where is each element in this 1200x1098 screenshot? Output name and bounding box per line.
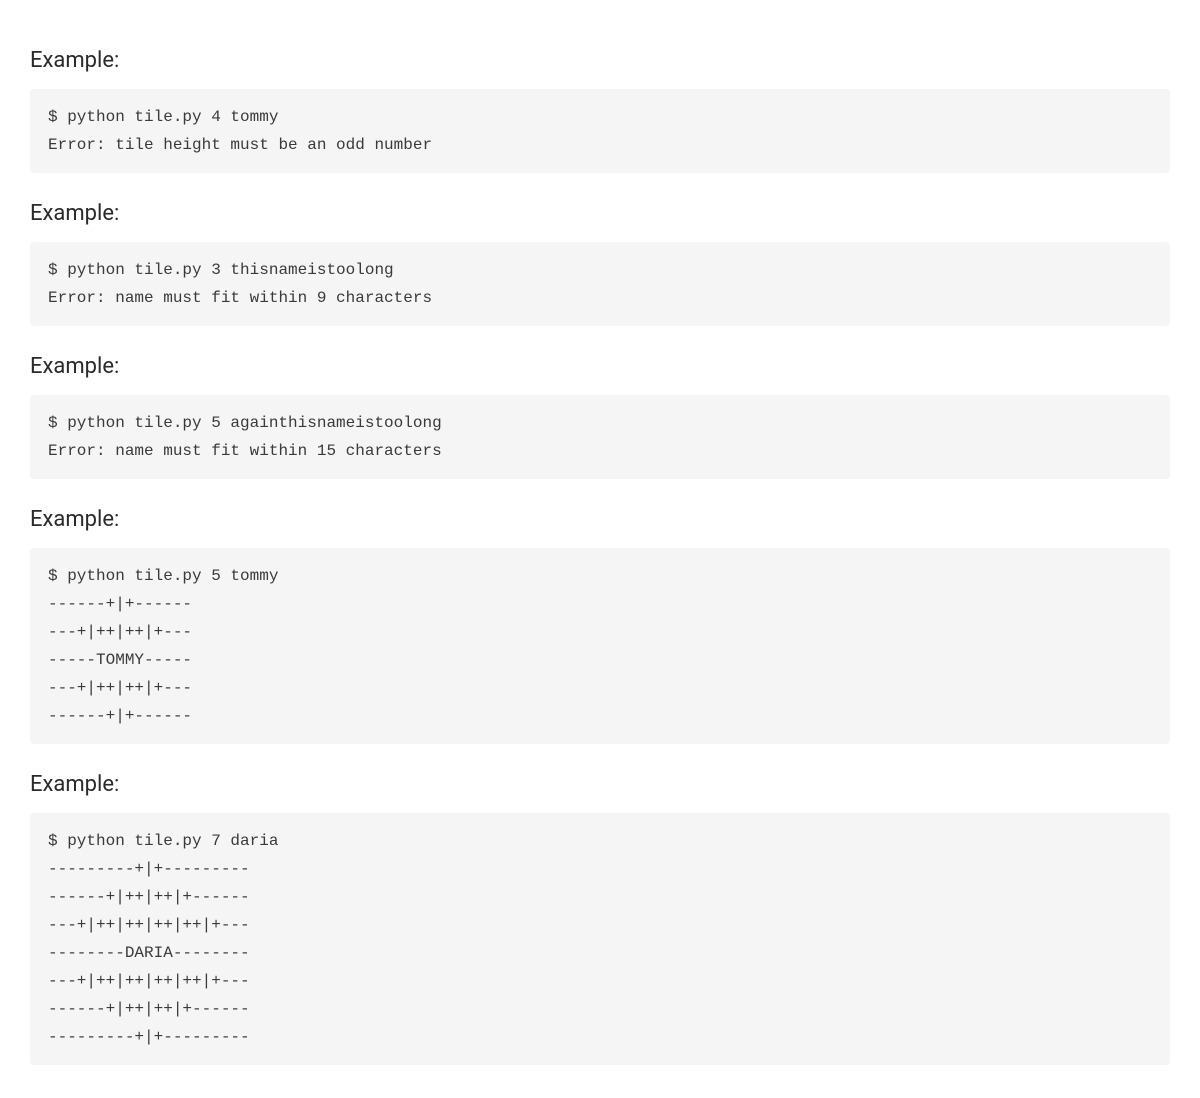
code-block: $ python tile.py 5 tommy ------+|+------… (30, 548, 1170, 744)
example-heading: Example: (30, 507, 1170, 532)
code-block: $ python tile.py 5 againthisnameistoolon… (30, 395, 1170, 479)
example-heading: Example: (30, 201, 1170, 226)
example-heading: Example: (30, 48, 1170, 73)
code-block: $ python tile.py 4 tommy Error: tile hei… (30, 89, 1170, 173)
example-heading: Example: (30, 354, 1170, 379)
code-block: $ python tile.py 3 thisnameistoolong Err… (30, 242, 1170, 326)
example-heading: Example: (30, 772, 1170, 797)
code-block: $ python tile.py 7 daria ---------+|+---… (30, 813, 1170, 1065)
